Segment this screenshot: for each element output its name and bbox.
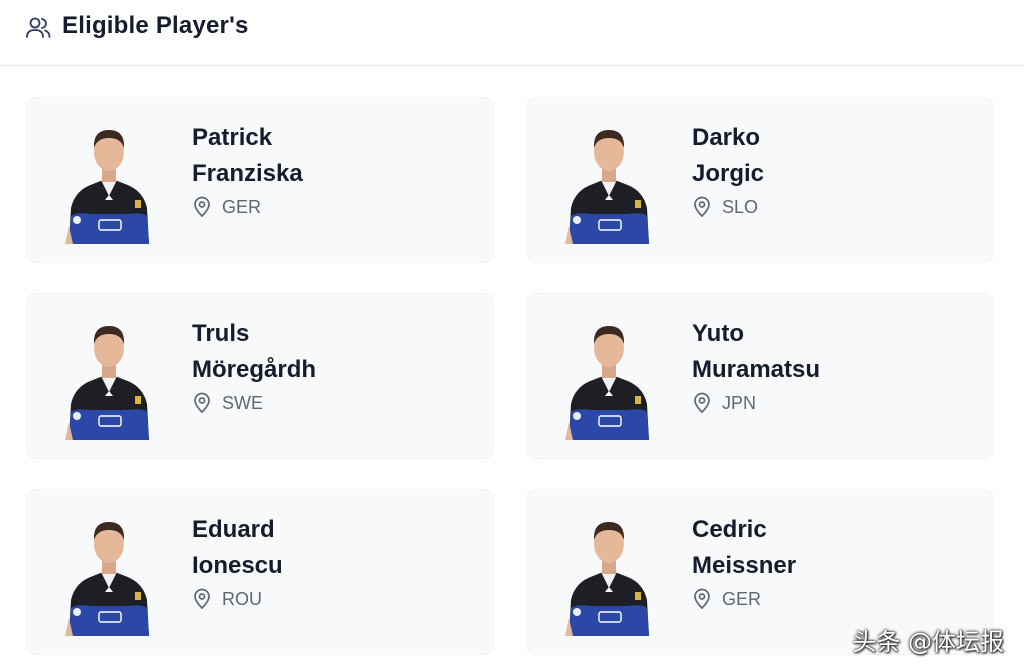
country-code: JPN <box>722 392 757 413</box>
watermark: 头条 @体坛报 <box>852 628 1004 656</box>
player-first-name: Truls <box>192 320 250 347</box>
player-first-name: Eduard <box>192 516 275 543</box>
player-card[interactable]: Truls Möregårdh SWE <box>26 293 494 459</box>
player-first-name: Darko <box>692 124 761 151</box>
player-name: Eduard Ionescu <box>192 512 283 584</box>
page-title: Eligible Player's <box>62 12 249 39</box>
country-code: GER <box>222 196 262 217</box>
country-code: SLO <box>722 196 759 217</box>
player-name: Darko Jorgic <box>692 120 764 192</box>
player-last-name: Möregårdh <box>192 356 317 383</box>
player-country: SLO <box>692 196 758 218</box>
location-pin-icon <box>694 196 710 218</box>
player-card[interactable]: Patrick Franziska GER <box>26 97 494 263</box>
player-last-name: Meissner <box>692 552 797 579</box>
player-first-name: Yuto <box>692 320 744 347</box>
player-last-name: Franziska <box>192 160 303 187</box>
player-first-name: Patrick <box>192 124 273 151</box>
player-country: SWE <box>192 392 263 414</box>
player-country: GER <box>192 196 261 218</box>
player-card[interactable]: Yuto Muramatsu JPN <box>526 293 994 459</box>
player-name: Yuto Muramatsu <box>692 316 820 388</box>
location-pin-icon <box>694 392 710 414</box>
player-photo <box>61 508 157 636</box>
player-country: ROU <box>192 588 262 610</box>
player-last-name: Muramatsu <box>692 356 821 383</box>
player-name: Cedric Meissner <box>692 512 796 584</box>
country-code: GER <box>722 588 762 609</box>
player-photo <box>561 508 657 636</box>
player-card[interactable]: Eduard Ionescu ROU <box>26 489 494 655</box>
location-pin-icon <box>694 588 710 610</box>
player-last-name: Jorgic <box>692 160 765 187</box>
player-card[interactable]: Darko Jorgic SLO <box>526 97 994 263</box>
player-photo <box>61 312 157 440</box>
location-pin-icon <box>194 392 210 414</box>
location-pin-icon <box>194 588 210 610</box>
player-last-name: Ionescu <box>192 552 283 579</box>
player-photo <box>561 312 657 440</box>
users-icon <box>26 17 51 38</box>
player-country: JPN <box>692 392 756 414</box>
location-pin-icon <box>194 196 210 218</box>
page-header: Eligible Player's <box>0 0 1024 66</box>
country-code: SWE <box>222 392 264 413</box>
player-country: GER <box>692 588 761 610</box>
player-photo <box>561 116 657 244</box>
player-first-name: Cedric <box>692 516 767 543</box>
player-name: Patrick Franziska <box>192 120 303 192</box>
player-photo <box>61 116 157 244</box>
country-code: ROU <box>222 588 262 609</box>
player-name: Truls Möregårdh <box>192 316 316 388</box>
